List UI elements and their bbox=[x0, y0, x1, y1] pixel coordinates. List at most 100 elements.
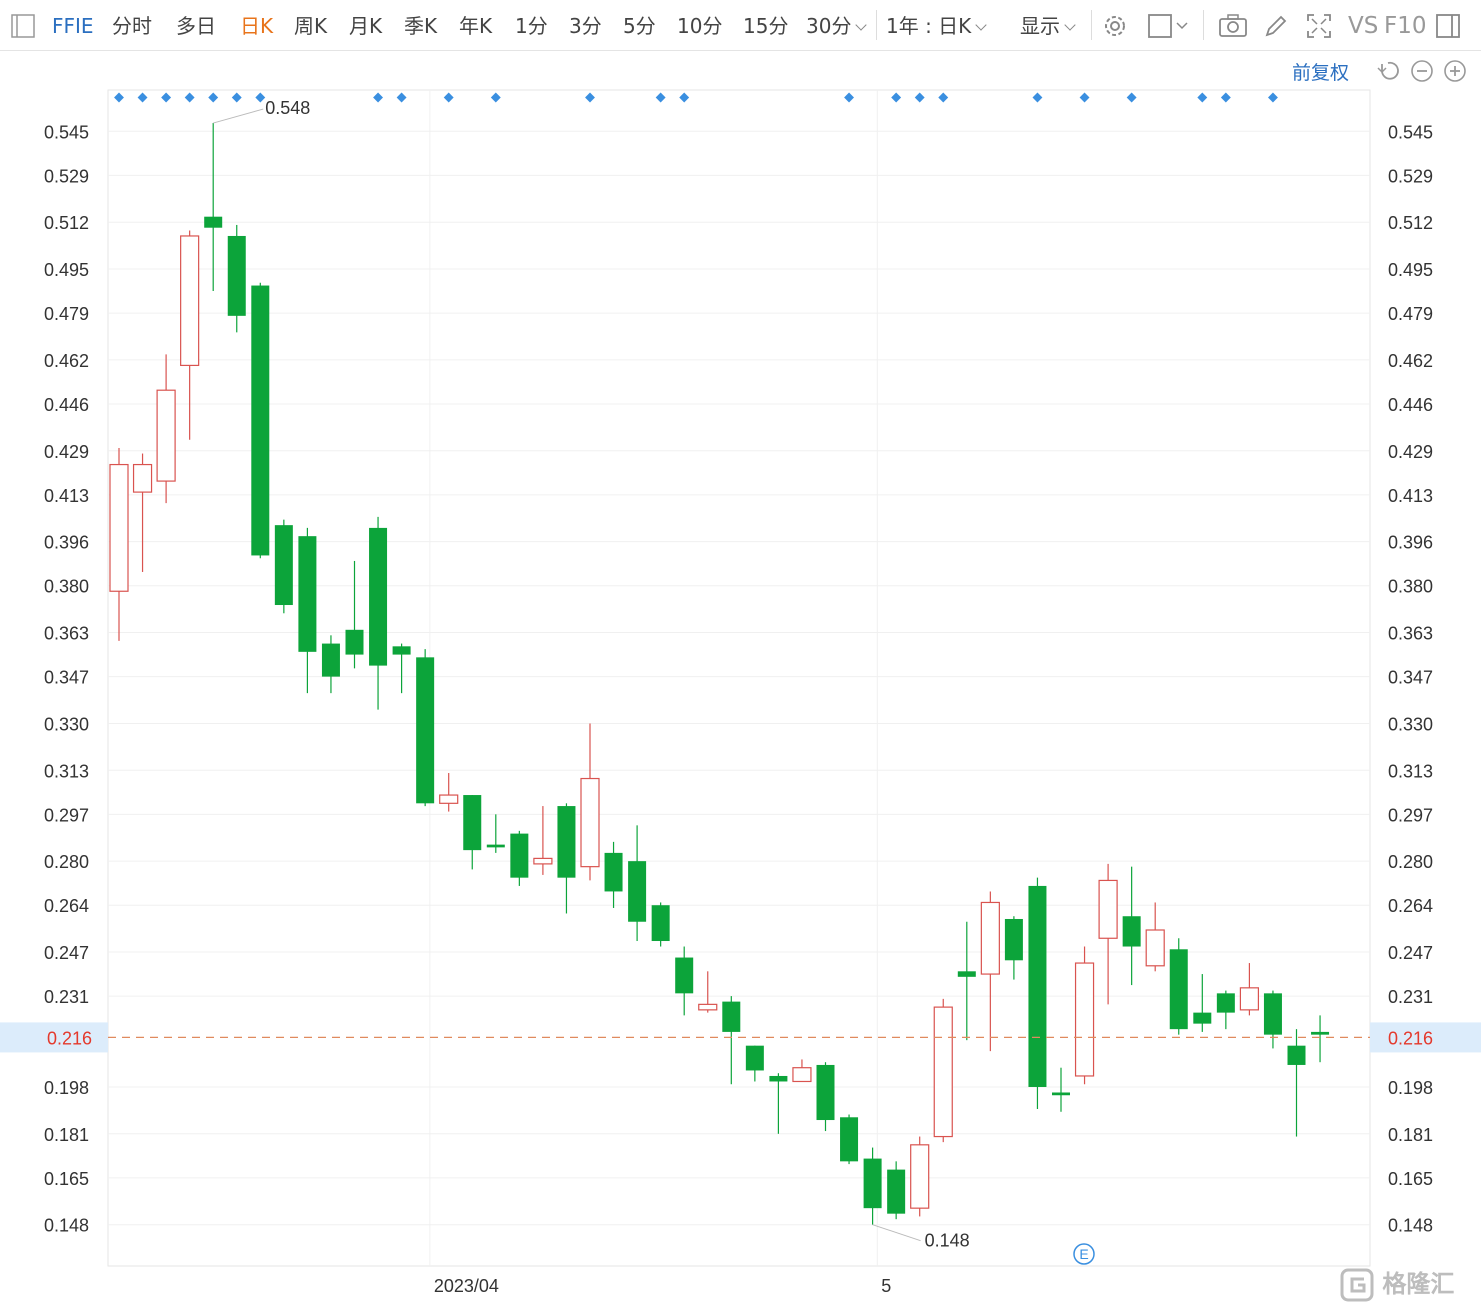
event-dot bbox=[1079, 92, 1090, 103]
candle-down bbox=[863, 1147, 882, 1225]
tab-6[interactable]: 年K bbox=[459, 13, 492, 39]
candle-up bbox=[439, 773, 459, 812]
candle-body bbox=[792, 1067, 812, 1083]
current-price-label-right: 0.216 bbox=[1388, 1028, 1433, 1048]
candle-body bbox=[1145, 929, 1165, 967]
candle-down bbox=[251, 282, 270, 559]
candle-body bbox=[1216, 993, 1235, 1013]
sidebar-toggle-icon[interactable] bbox=[10, 12, 36, 40]
candle-down bbox=[722, 996, 741, 1085]
candle-up bbox=[580, 723, 600, 881]
candle-up bbox=[1098, 863, 1118, 1005]
candle-down bbox=[604, 841, 623, 908]
tab-1[interactable]: 多日 bbox=[176, 13, 216, 39]
event-dot bbox=[1268, 92, 1278, 103]
display-menu[interactable]: 显示 bbox=[1020, 13, 1076, 39]
candle-down bbox=[675, 946, 694, 1016]
event-dot bbox=[891, 92, 902, 103]
y-tick-left: 0.512 bbox=[44, 213, 89, 233]
candle-body bbox=[863, 1158, 882, 1209]
candle-up bbox=[980, 891, 1000, 1052]
tab-7[interactable]: 1分 bbox=[515, 13, 548, 39]
vs-compare-button[interactable]: VS bbox=[1348, 13, 1378, 39]
candle-body bbox=[1122, 916, 1141, 947]
event-dot bbox=[844, 92, 854, 103]
candle-body bbox=[1169, 949, 1188, 1030]
y-tick-right: 0.529 bbox=[1388, 166, 1433, 186]
candle-body bbox=[533, 857, 553, 865]
period-select-value: 1年 : 日K bbox=[886, 14, 972, 38]
y-tick-right: 0.363 bbox=[1388, 624, 1433, 644]
event-dot bbox=[373, 92, 383, 103]
candle-body bbox=[321, 643, 340, 677]
y-tick-left: 0.181 bbox=[44, 1125, 89, 1145]
candle-down bbox=[745, 1045, 764, 1082]
candle-body bbox=[1239, 987, 1260, 1011]
y-tick-right: 0.264 bbox=[1388, 896, 1433, 916]
y-tick-left: 0.429 bbox=[44, 442, 89, 462]
y-tick-right: 0.297 bbox=[1388, 805, 1433, 825]
tab-11[interactable]: 15分 bbox=[743, 13, 788, 39]
min-price-label: 0.148 bbox=[925, 1231, 970, 1251]
candle-body bbox=[957, 971, 976, 977]
settings-gear-icon[interactable] bbox=[1100, 12, 1130, 40]
y-tick-right: 0.446 bbox=[1388, 395, 1433, 415]
pencil-icon[interactable] bbox=[1262, 12, 1290, 40]
candle-body bbox=[392, 646, 411, 655]
candle-down bbox=[840, 1114, 859, 1165]
y-tick-left: 0.347 bbox=[44, 668, 89, 688]
candlestick-chart[interactable]: 0.545 0.545 0.529 0.529 0.512 0.512 0.495 0.495… bbox=[0, 50, 1481, 1314]
layout-square-icon[interactable] bbox=[1146, 12, 1192, 40]
tab-3[interactable]: 周K bbox=[294, 13, 327, 39]
tab-9[interactable]: 5分 bbox=[623, 13, 656, 39]
candle-body bbox=[1311, 1031, 1330, 1035]
candle-body bbox=[227, 235, 246, 316]
tab-0[interactable]: 分时 bbox=[112, 13, 152, 39]
y-tick-left: 0.380 bbox=[44, 577, 89, 597]
event-dot bbox=[1032, 92, 1043, 103]
symbol-label[interactable]: FFIE bbox=[52, 13, 94, 39]
event-dot bbox=[938, 92, 949, 103]
y-tick-left: 0.479 bbox=[44, 304, 89, 324]
candle-down bbox=[628, 825, 647, 942]
candle-body bbox=[887, 1169, 906, 1214]
tab-12[interactable]: 30分 bbox=[806, 13, 868, 39]
y-tick-left: 0.545 bbox=[44, 122, 89, 142]
fullscreen-icon[interactable] bbox=[1304, 12, 1334, 40]
candle-body bbox=[510, 833, 529, 878]
y-tick-left: 0.313 bbox=[44, 761, 89, 781]
candle-down bbox=[1028, 877, 1047, 1110]
f10-button[interactable]: F10 bbox=[1384, 13, 1427, 39]
period-select[interactable]: 1年 : 日K bbox=[886, 13, 987, 39]
candle-down bbox=[227, 224, 246, 333]
y-tick-right: 0.396 bbox=[1388, 533, 1433, 553]
candle-down bbox=[1122, 866, 1141, 986]
candle-body bbox=[769, 1075, 788, 1082]
candle-up bbox=[132, 453, 153, 572]
event-dot bbox=[443, 92, 454, 103]
candle-down bbox=[957, 921, 976, 1041]
candle-body bbox=[486, 844, 505, 848]
candle-body bbox=[745, 1045, 764, 1071]
tab-2[interactable]: 日K bbox=[240, 13, 273, 39]
panel-toggle-icon[interactable] bbox=[1434, 12, 1464, 40]
tab-8[interactable]: 3分 bbox=[569, 13, 602, 39]
candle-body bbox=[675, 957, 694, 994]
y-tick-right: 0.198 bbox=[1388, 1078, 1433, 1098]
y-tick-right: 0.247 bbox=[1388, 943, 1433, 963]
tab-10[interactable]: 10分 bbox=[677, 13, 722, 39]
tab-4[interactable]: 月K bbox=[349, 13, 382, 39]
candle-body bbox=[1263, 993, 1282, 1035]
candle-body bbox=[1098, 879, 1118, 939]
tab-5[interactable]: 季K bbox=[404, 13, 437, 39]
watermark: 格隆汇 bbox=[1340, 1264, 1454, 1302]
candle-down bbox=[1193, 974, 1212, 1032]
watermark-text: 格隆汇 bbox=[1382, 1270, 1455, 1298]
candle-down bbox=[1052, 1067, 1070, 1112]
event-dot bbox=[490, 92, 501, 103]
candle-up bbox=[933, 998, 953, 1143]
candle-down bbox=[557, 803, 576, 914]
camera-icon[interactable] bbox=[1217, 12, 1249, 40]
event-dot bbox=[231, 92, 242, 103]
candle-body bbox=[1028, 885, 1047, 1087]
